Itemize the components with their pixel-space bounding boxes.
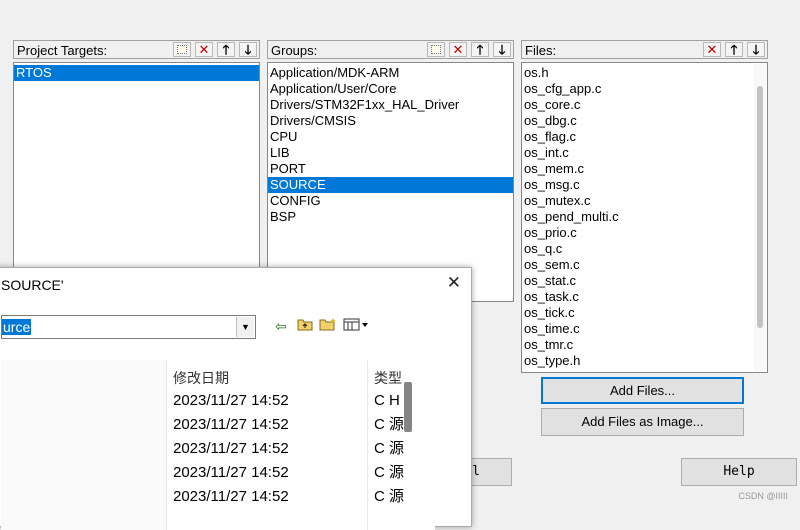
up-folder-icon[interactable] [297,317,313,335]
file-item[interactable]: os_task.c [522,289,767,305]
delete-icon: ✕ [452,42,464,57]
move-group-up-button[interactable]: 🡑 [471,42,489,57]
file-item[interactable]: os_type.h [522,353,767,369]
name-column [1,360,166,530]
file-row-date[interactable]: 2023/11/27 14:52 [173,485,289,509]
file-item[interactable]: os_pend_multi.c [522,209,767,225]
file-item[interactable]: os_tmr.c [522,337,767,353]
file-row-type[interactable]: C 源 [374,485,404,509]
file-item[interactable]: os_core.c [522,97,767,113]
look-in-value: urce [2,319,32,335]
close-icon[interactable]: ✕ [447,273,461,293]
group-item[interactable]: CONFIG [268,193,513,209]
file-item[interactable]: os_prio.c [522,225,767,241]
add-files-button[interactable]: Add Files... [541,377,744,404]
file-row-date[interactable]: 2023/11/27 14:52 [173,413,289,437]
move-file-up-button[interactable]: 🡑 [725,42,743,57]
dialog-scroll-thumb[interactable] [404,382,412,432]
groups-header: Groups: ✕ 🡑 🡓 [267,40,514,59]
column-header-date-modified[interactable]: 修改日期 [173,368,229,388]
file-item[interactable]: os_cfg_app.c [522,81,767,97]
add-files-label: Add Files... [609,383,676,398]
groups-title: Groups: [271,43,318,58]
back-arrow-icon[interactable]: ⇦ [275,317,287,335]
file-row-type[interactable]: C 源 [374,461,404,485]
add-files-as-image-button[interactable]: Add Files as Image... [541,408,744,436]
group-item[interactable]: Drivers/CMSIS [268,113,513,129]
file-item[interactable]: os_dbg.c [522,113,767,129]
project-targets-title: Project Targets: [17,43,108,58]
group-item-selected[interactable]: SOURCE [268,177,513,193]
file-item[interactable]: os_q.c [522,241,767,257]
new-target-button[interactable] [173,42,191,57]
file-item[interactable]: os_tick.c [522,305,767,321]
project-targets-list[interactable]: RTOS [13,62,260,302]
file-item[interactable]: os_int.c [522,145,767,161]
group-item[interactable]: LIB [268,145,513,161]
arrow-up-icon: 🡑 [730,42,738,57]
file-item[interactable]: os_stat.c [522,273,767,289]
arrow-down-icon: 🡓 [498,42,506,57]
add-files-as-image-label: Add Files as Image... [581,414,704,429]
files-list[interactable]: os.h os_cfg_app.c os_core.c os_dbg.c os_… [521,62,768,373]
arrow-up-icon: 🡑 [222,42,230,57]
arrow-down-icon: 🡓 [244,42,252,57]
view-menu-icon[interactable] [343,317,369,335]
file-row-type[interactable]: C 源 [374,437,404,461]
group-item[interactable]: BSP [268,209,513,225]
dialog-file-list[interactable]: ^ 修改日期 类型 2023/11/27 14:52 C H 2023/11/2… [1,360,435,530]
file-item[interactable]: os_time.c [522,321,767,337]
target-item-rtos[interactable]: RTOS [14,65,259,81]
new-group-button[interactable] [427,42,445,57]
file-item[interactable]: os_sem.c [522,257,767,273]
file-row-date[interactable]: 2023/11/27 14:52 [173,389,289,413]
delete-file-button[interactable]: ✕ [703,42,721,57]
groups-list[interactable]: Application/MDK-ARM Application/User/Cor… [267,62,514,302]
add-files-dialog: SOURCE' ✕ urce ▼ ⇦ ^ 修改日期 类型 2023/11/27 … [0,267,472,530]
column-header-type[interactable]: 类型 [374,368,402,388]
delete-icon: ✕ [706,42,718,57]
files-scroll-thumb[interactable] [757,86,763,328]
partial-button-label: l [472,464,480,479]
new-folder-icon[interactable] [319,317,337,335]
arrow-up-icon: 🡑 [476,42,484,57]
dialog-title: SOURCE' [1,277,64,293]
move-group-down-button[interactable]: 🡓 [493,42,511,57]
group-item[interactable]: Drivers/STM32F1xx_HAL_Driver [268,97,513,113]
move-target-down-button[interactable]: 🡓 [239,42,257,57]
file-row-type[interactable]: C H [374,389,400,413]
delete-icon: ✕ [198,42,210,57]
files-scrollbar[interactable] [754,64,766,371]
group-item[interactable]: Application/MDK-ARM [268,65,513,81]
arrow-down-icon: 🡓 [752,42,760,57]
file-row-type[interactable]: C 源 [374,413,404,437]
group-item[interactable]: PORT [268,161,513,177]
group-item[interactable]: CPU [268,129,513,145]
new-item-icon [177,45,187,54]
file-row-date[interactable]: 2023/11/27 14:52 [173,461,289,485]
new-item-icon [431,45,441,54]
file-item[interactable]: os_mutex.c [522,193,767,209]
project-targets-header: Project Targets: ✕ 🡑 🡓 [13,40,260,59]
column-separator [166,360,167,530]
file-item[interactable]: os_mem.c [522,161,767,177]
look-in-combobox[interactable]: urce ▼ [1,315,256,339]
delete-group-button[interactable]: ✕ [449,42,467,57]
file-row-date[interactable]: 2023/11/27 14:52 [173,437,289,461]
files-header: Files: ✕ 🡑 🡓 [521,40,768,59]
move-target-up-button[interactable]: 🡑 [217,42,235,57]
file-item[interactable]: os_msg.c [522,177,767,193]
file-item[interactable]: os_flag.c [522,129,767,145]
watermark: CSDN @IIIII [738,491,788,501]
help-button[interactable]: Help [681,458,797,486]
column-separator [367,360,368,530]
help-button-label: Help [723,464,755,479]
file-item[interactable]: os.h [522,65,767,81]
move-file-down-button[interactable]: 🡓 [747,42,765,57]
chevron-down-icon[interactable]: ▼ [236,317,254,337]
group-item[interactable]: Application/User/Core [268,81,513,97]
delete-target-button[interactable]: ✕ [195,42,213,57]
files-title: Files: [525,43,557,58]
